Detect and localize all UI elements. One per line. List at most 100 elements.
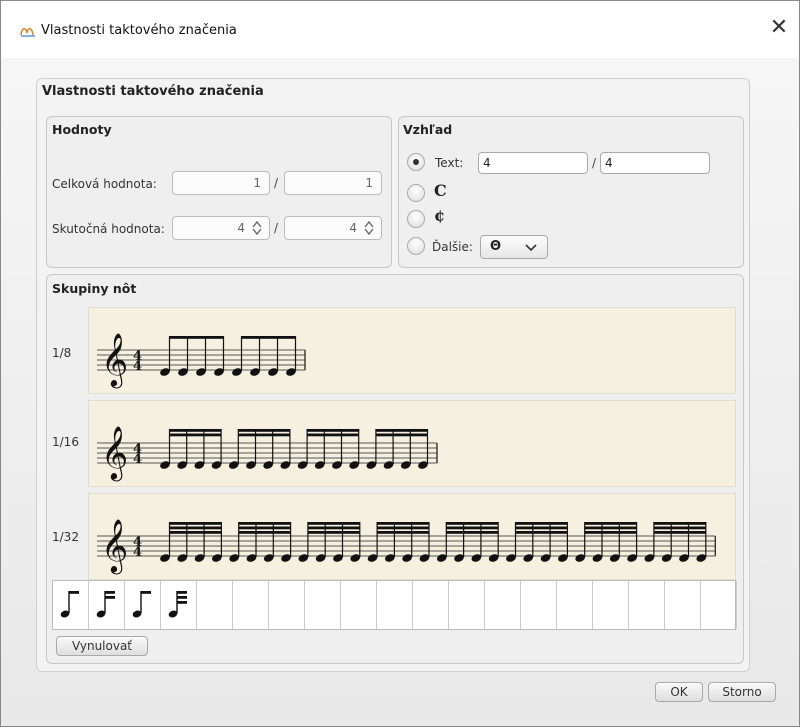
palette-cell[interactable] [413, 581, 449, 629]
text-denominator-input[interactable]: 4 [600, 152, 710, 174]
note-flag [141, 591, 151, 594]
close-button[interactable]: ✕ [767, 17, 791, 41]
radio-other[interactable] [407, 237, 425, 255]
palette-cell[interactable] [521, 581, 557, 629]
beam [377, 522, 429, 525]
beam [241, 336, 296, 339]
other-option-label: Ďalšie: [432, 240, 473, 254]
thirty-second-note-icon [168, 591, 187, 618]
text-separator: / [592, 156, 597, 170]
staff-eighth: 𝄞 44 [97, 332, 306, 388]
beam [584, 522, 637, 525]
palette-cell[interactable] [341, 581, 377, 629]
values-group-title: Hodnoty [52, 122, 112, 137]
appearance-group-title: Vzhľad [403, 122, 453, 137]
palette-cell[interactable] [53, 581, 89, 629]
window-title: Vlastnosti taktového značenia [41, 23, 237, 38]
palette-cell[interactable] [665, 581, 701, 629]
palette-cell[interactable] [449, 581, 485, 629]
ok-button[interactable]: OK [655, 682, 703, 702]
radio-common-time[interactable] [407, 184, 425, 202]
beam [377, 526, 429, 530]
time-signature-bottom: 4 [133, 359, 142, 374]
beam [307, 531, 360, 534]
palette-cell[interactable] [557, 581, 593, 629]
note-groups-title: Skupiny nôt [52, 281, 137, 296]
beam-group-row-thirtysecond[interactable]: 𝄞 4 4 [88, 493, 736, 580]
total-value-label: Celková hodnota: [52, 177, 157, 191]
palette-cell[interactable] [269, 581, 305, 629]
palette-cell[interactable] [233, 581, 269, 629]
palette-cell[interactable] [377, 581, 413, 629]
actual-denominator-value: 4 [349, 221, 357, 235]
palette-cell[interactable] [485, 581, 521, 629]
row-label-eighth: 1/8 [52, 346, 72, 360]
time-signature-bottom: 4 [133, 452, 142, 467]
palette-cell[interactable] [89, 581, 125, 629]
beam [169, 336, 224, 339]
time-signature-bottom: 4 [133, 545, 142, 560]
beam [446, 531, 499, 534]
beam [515, 522, 568, 525]
radio-cut-time[interactable] [407, 210, 425, 228]
note-palette [52, 580, 737, 630]
beam [238, 433, 290, 437]
treble-clef-icon: 𝄞 [101, 518, 128, 574]
beam [307, 522, 360, 525]
actual-numerator-spinbox[interactable]: 4 [172, 216, 270, 240]
beam [169, 522, 222, 525]
text-option-label: Text: [435, 156, 464, 170]
beam [307, 526, 360, 530]
actual-separator: / [274, 221, 279, 235]
palette-cell[interactable] [701, 581, 737, 629]
row-label-sixteenth: 1/16 [52, 435, 79, 449]
app-icon [20, 27, 35, 37]
total-denominator-field[interactable]: 1 [284, 171, 382, 195]
cancel-button[interactable]: Storno [708, 682, 776, 702]
eighth-note-icon [60, 591, 79, 618]
note-flag [105, 596, 115, 599]
spin-arrows-icon[interactable] [363, 220, 375, 236]
sixteenth-note-icon [96, 591, 115, 618]
note-flag [177, 601, 187, 604]
row-label-thirtysecond: 1/32 [52, 530, 79, 544]
actual-denominator-spinbox[interactable]: 4 [284, 216, 382, 240]
note-flag [177, 596, 187, 599]
note-flag [69, 591, 79, 594]
palette-cell[interactable] [629, 581, 665, 629]
reset-button[interactable]: Vynulovať [56, 636, 148, 656]
radio-text-option[interactable] [407, 153, 425, 171]
palette-cell[interactable] [305, 581, 341, 629]
beam [653, 531, 706, 534]
beam [377, 531, 429, 534]
palette-cell[interactable] [593, 581, 629, 629]
note-flag [177, 591, 187, 594]
palette-cell[interactable] [197, 581, 233, 629]
panel-heading: Vlastnosti taktového značenia [42, 84, 264, 99]
beam [238, 531, 291, 534]
actual-value-label: Skutočná hodnota: [52, 222, 165, 236]
total-numerator-field[interactable]: 1 [172, 171, 270, 195]
beam [238, 526, 291, 530]
common-time-symbol: C [434, 181, 447, 200]
beam [375, 433, 428, 437]
beam [169, 433, 222, 437]
beam [238, 429, 290, 432]
beam-group-row-eighth[interactable]: 𝄞 4 4 [88, 307, 736, 394]
spin-arrows-icon[interactable] [251, 220, 263, 236]
beam [375, 429, 428, 432]
chevron-down-icon [525, 244, 537, 252]
beam-group-row-sixteenth[interactable]: 𝄞 4 4 [88, 400, 736, 487]
beam [584, 526, 637, 530]
actual-numerator-value: 4 [237, 221, 245, 235]
beam [169, 429, 222, 432]
text-numerator-input[interactable]: 4 [478, 152, 588, 174]
palette-cell[interactable] [161, 581, 197, 629]
palette-cell[interactable] [125, 581, 161, 629]
beam [515, 531, 568, 534]
other-symbol-dropdown[interactable]: Θ [480, 235, 548, 259]
beam [446, 522, 499, 525]
note-flag [105, 591, 115, 594]
other-selected-symbol: Θ [490, 239, 502, 254]
cut-time-symbol: ¢ [434, 206, 446, 225]
